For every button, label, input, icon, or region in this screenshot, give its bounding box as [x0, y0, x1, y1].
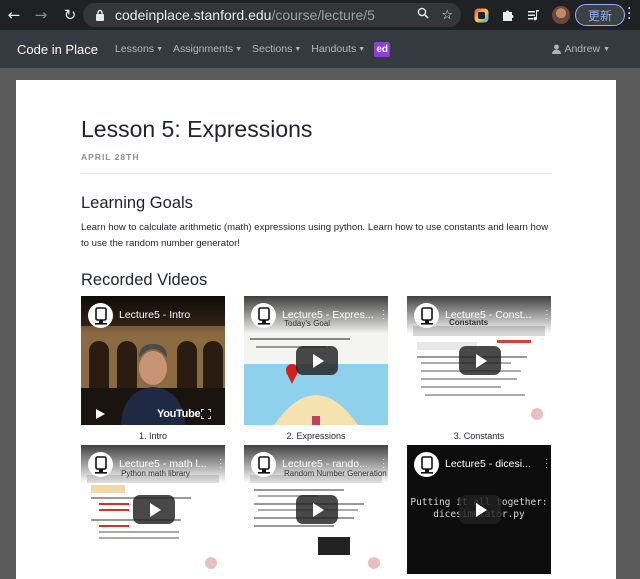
channel-avatar-icon[interactable] [88, 452, 113, 477]
video-player-random[interactable]: Random Number Generation Lecture5 - rand… [244, 445, 388, 574]
play-button-icon[interactable] [459, 495, 501, 524]
user-icon [552, 44, 562, 54]
lesson-card: Lesson 5: Expressions APRIL 28TH Learnin… [16, 80, 616, 579]
video-menu-icon[interactable]: · · · [545, 307, 548, 323]
brand-link[interactable]: Code in Place [17, 42, 98, 57]
video-player-constants[interactable]: Constants Lecture5 - Const... · · · [407, 296, 551, 425]
caret-down-icon: ▼ [358, 46, 366, 53]
nav-assignments-dropdown[interactable]: Assignments ▼ [173, 43, 242, 55]
play-button-icon[interactable] [459, 346, 501, 375]
video-caption: 2. Expressions [286, 431, 346, 441]
learning-goals-text: Learn how to calculate arithmetic (math)… [81, 222, 549, 249]
back-arrow-icon[interactable]: ← [3, 4, 25, 26]
caret-down-icon: ▼ [603, 45, 610, 53]
video-player-math-library[interactable]: Python math library Lecture5 - math l...… [81, 445, 225, 574]
recorded-videos-heading: Recorded Videos [81, 271, 208, 289]
puzzle-extensions-icon[interactable] [497, 4, 519, 26]
browser-toolbar: ← → ↻ codeinplace.stanford.edu/course/le… [0, 0, 640, 30]
learning-goals-heading: Learning Goals [81, 194, 193, 212]
play-icon[interactable] [96, 409, 105, 419]
caret-down-icon: ▼ [294, 46, 302, 53]
divider [81, 173, 552, 174]
video-player-dice-simulator[interactable]: Putting it all together: dicesimulator.p… [407, 445, 551, 574]
video-title[interactable]: Lecture5 - Intro [119, 309, 221, 321]
fullscreen-icon[interactable] [201, 409, 211, 419]
video-title[interactable]: Lecture5 - rando... [282, 458, 384, 470]
site-navbar: Code in Place Lessons ▼ Assignments ▼ Sect… [0, 30, 640, 68]
video-caption: 3. Constants [453, 431, 505, 441]
video-menu-icon[interactable]: · · · [545, 456, 548, 472]
channel-avatar-icon[interactable] [414, 452, 439, 477]
nav-sections-dropdown[interactable]: Sections ▼ [252, 43, 301, 55]
video-player-intro[interactable]: Lecture5 - Intro YouTube [81, 296, 225, 425]
slide-heading: Python math library [121, 469, 190, 478]
caret-down-icon: ▼ [235, 46, 243, 53]
ed-discussion-link[interactable]: ed [374, 41, 391, 57]
channel-avatar-icon[interactable] [251, 303, 276, 328]
video-title[interactable]: Lecture5 - dicesi... [445, 458, 547, 470]
video-title[interactable]: Lecture5 - Const... [445, 309, 547, 321]
page-title: Lesson 5: Expressions [81, 116, 313, 142]
media-control-icon[interactable] [523, 4, 545, 26]
video-menu-icon[interactable]: · · · [382, 456, 385, 472]
zoom-icon[interactable] [417, 7, 429, 23]
play-button-icon[interactable] [133, 495, 175, 524]
browser-update-button[interactable]: 更新 [575, 4, 625, 26]
channel-avatar-icon[interactable] [88, 303, 113, 328]
profile-avatar-icon[interactable] [550, 4, 572, 26]
channel-avatar-icon[interactable] [251, 452, 276, 477]
nav-lessons-dropdown[interactable]: Lessons ▼ [115, 43, 163, 55]
channel-avatar-icon[interactable] [414, 303, 439, 328]
caret-down-icon: ▼ [156, 46, 163, 53]
lock-icon [93, 8, 107, 22]
video-caption: 1. Intro [138, 431, 167, 441]
browser-menu-icon[interactable]: · · · [627, 2, 631, 26]
user-menu-dropdown[interactable]: Andrew ▼ [552, 30, 610, 68]
url-text: codeinplace.stanford.edu/course/lecture/… [115, 7, 375, 23]
address-bar[interactable]: codeinplace.stanford.edu/course/lecture/… [83, 3, 461, 27]
video-menu-icon[interactable]: · · · [219, 456, 222, 472]
reload-icon[interactable]: ↻ [59, 4, 81, 26]
video-menu-icon[interactable]: · · · [382, 307, 385, 323]
play-button-icon[interactable] [296, 346, 338, 375]
video-title[interactable]: Lecture5 - Expres... [282, 309, 384, 321]
forward-arrow-icon[interactable]: → [30, 4, 52, 26]
video-title[interactable]: Lecture5 - math l... [119, 458, 221, 470]
bookmark-star-icon[interactable]: ☆ [441, 8, 453, 23]
play-button-icon[interactable] [296, 495, 338, 524]
nav-handouts-dropdown[interactable]: Handouts ▼ [311, 43, 365, 55]
youtube-logo[interactable]: YouTube [157, 408, 201, 420]
color-picker-extension-icon[interactable] [470, 4, 492, 26]
slide-heading: Random Number Generation [284, 469, 387, 478]
video-player-expressions[interactable]: Today's Goal Lecture5 - Expres... · · · [244, 296, 388, 425]
lesson-date: APRIL 28TH [81, 152, 140, 162]
